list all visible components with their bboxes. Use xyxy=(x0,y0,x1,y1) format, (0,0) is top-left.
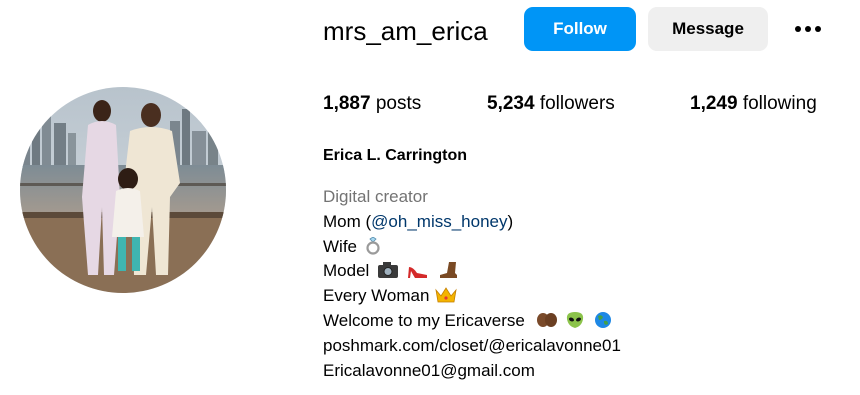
crown-icon xyxy=(435,287,457,303)
following-label: following xyxy=(742,93,817,114)
profile-full-name: Erica L. Carrington xyxy=(323,147,468,164)
bio-model-text: Model xyxy=(323,261,370,281)
more-options-icon[interactable] xyxy=(790,17,826,41)
follow-button[interactable]: Follow xyxy=(524,7,636,51)
bio-line-every-woman: Every Woman xyxy=(323,284,621,309)
profile-bio: Digital creator Mom (@oh_miss_honey) Wif… xyxy=(323,185,621,383)
posts-count: 1,887 xyxy=(323,93,371,114)
bio-mom-prefix: Mom ( xyxy=(323,211,372,231)
bio-wife-text: Wife xyxy=(323,236,357,256)
avatar-photo xyxy=(20,87,226,293)
bio-mom-suffix: ) xyxy=(507,211,514,231)
bio-line-mom: Mom (@oh_miss_honey) xyxy=(323,210,621,235)
bio-link[interactable]: poshmark.com/closet/@ericalavonne01 xyxy=(323,334,621,359)
bio-welcome-text: Welcome to my Ericaverse xyxy=(323,310,525,330)
message-button[interactable]: Message xyxy=(648,7,768,51)
mention-link[interactable]: @oh_miss_honey xyxy=(371,212,507,231)
profile-avatar[interactable] xyxy=(20,87,226,293)
followers-count: 5,234 xyxy=(487,93,535,114)
bio-every-woman-text: Every Woman xyxy=(323,286,430,306)
followers-label: followers xyxy=(539,93,615,114)
followers-stat[interactable]: 5,234 followers xyxy=(487,92,615,116)
ring-icon xyxy=(366,236,380,255)
boot-icon xyxy=(439,262,457,279)
bio-line-model: Model xyxy=(323,259,621,284)
bio-line-welcome: Welcome to my Ericaverse xyxy=(323,309,621,334)
camera-icon xyxy=(378,262,399,279)
following-stat[interactable]: 1,249 following xyxy=(690,92,817,116)
posts-stat: 1,887 posts xyxy=(323,92,421,116)
globe-icon xyxy=(595,311,612,328)
bio-line-wife: Wife xyxy=(323,235,621,260)
bio-category: Digital creator xyxy=(323,187,428,206)
bio-email: Ericalavonne01@gmail.com xyxy=(323,360,535,380)
following-count: 1,249 xyxy=(690,93,738,114)
profile-username: mrs_am_erica xyxy=(323,16,488,46)
alien-icon xyxy=(567,311,584,328)
open-hands-icon xyxy=(536,312,557,327)
posts-label: posts xyxy=(375,93,422,114)
high-heel-icon xyxy=(407,267,427,279)
